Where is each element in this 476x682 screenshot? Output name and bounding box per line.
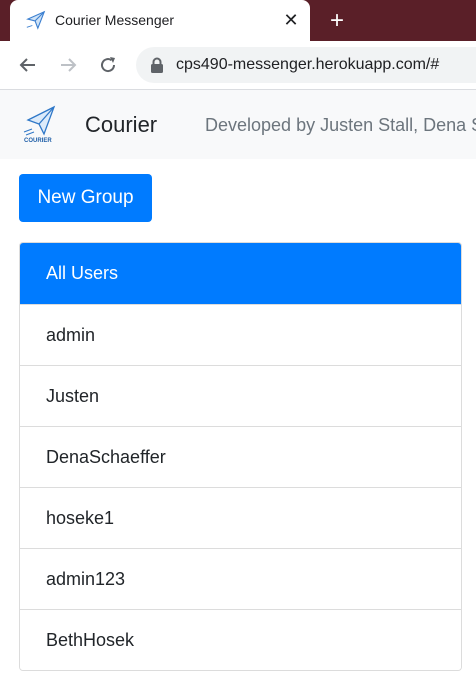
user-list-item[interactable]: hoseke1 [20,487,461,548]
tab-title: Courier Messenger [55,12,175,28]
browser-tab[interactable]: Courier Messenger ✕ [10,0,310,41]
brand-name[interactable]: Courier [85,112,157,138]
app-navbar: COURIER Courier Developed by Justen Stal… [0,90,476,159]
back-button[interactable] [16,53,40,77]
user-list-item[interactable]: admin [20,304,461,365]
developer-credits: Developed by Justen Stall, Dena Schaeffe… [205,115,476,135]
address-bar[interactable]: cps490-messenger.herokuapp.com/# [136,47,476,83]
reload-icon [101,57,116,73]
new-group-button[interactable]: New Group [19,174,152,222]
courier-logo-icon[interactable] [22,104,56,136]
user-list-item-all-users[interactable]: All Users [20,243,461,304]
user-list-item[interactable]: admin123 [20,548,461,609]
user-list: All Users admin Justen DenaSchaeffer hos… [19,242,462,671]
paper-plane-icon [26,10,46,30]
url-text: cps490-messenger.herokuapp.com/# [176,56,440,73]
close-tab-icon[interactable]: ✕ [280,9,302,31]
user-list-item[interactable]: Justen [20,365,461,426]
arrow-left-icon [19,58,35,72]
user-list-item[interactable]: DenaSchaeffer [20,426,461,487]
arrow-right-icon [61,58,77,72]
browser-tabstrip: Courier Messenger ✕ + [0,0,476,41]
new-tab-button[interactable]: + [324,7,350,34]
logo-wordmark: COURIER [24,138,52,144]
user-list-item[interactable]: BethHosek [20,609,461,670]
browser-toolbar: cps490-messenger.herokuapp.com/# [0,41,476,90]
reload-button[interactable] [96,53,120,77]
forward-button[interactable] [56,53,80,77]
lock-icon [151,57,163,73]
